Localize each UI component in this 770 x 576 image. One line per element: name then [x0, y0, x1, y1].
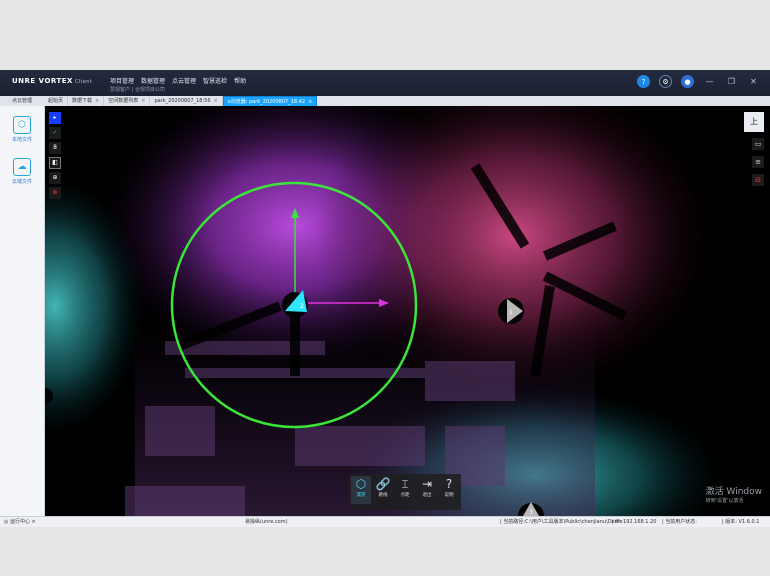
list-icon[interactable]: ≡	[752, 156, 764, 168]
target-icon[interactable]: ⊕	[49, 172, 61, 184]
activation-title: 激活 Window	[705, 487, 762, 497]
marker-label: 1	[509, 309, 513, 316]
tab-park-1856[interactable]: park_20200807_18:56 ×	[150, 96, 223, 106]
help-icon[interactable]: ?	[637, 75, 650, 88]
panel-icon[interactable]: ▭	[752, 138, 764, 150]
status-run-center[interactable]: ◎ 运行中心 ×	[4, 517, 36, 527]
distance-button[interactable]: ⌶ 点距	[395, 476, 415, 504]
cloud-icon: ☁	[13, 158, 31, 176]
menu-item-data[interactable]: 数据管理	[141, 76, 165, 85]
windows-activation-watermark: 激活 Window 转到'设置'以激活	[706, 484, 762, 504]
exit-button[interactable]: ⇥ 退出	[417, 476, 437, 504]
tool-label: 点距	[400, 493, 410, 498]
tabs: 起始页 数据下载 × 空间数据列表 × park_20200807_18:56 × e…	[44, 96, 318, 108]
tool-label: 说明	[444, 493, 454, 498]
measure-icon: ⌶	[401, 477, 409, 491]
link-icon: 🔗	[375, 477, 391, 491]
roam-button[interactable]: ⬡ 漫游	[351, 476, 371, 504]
gear-icon[interactable]: ⚙	[659, 75, 672, 88]
check-icon[interactable]: ✓	[49, 127, 61, 139]
marker-label: 2	[300, 303, 304, 310]
view-controls: 上 ▭ ≡ ⊟	[744, 112, 764, 186]
tool-label: 漫游	[356, 493, 366, 498]
menu-item-pointcloud[interactable]: 点云管理	[172, 76, 196, 85]
layer-icon[interactable]: ◧	[49, 157, 61, 169]
menu-item-projects[interactable]: 项目管理	[110, 76, 134, 85]
close-icon[interactable]: ×	[95, 98, 99, 104]
company-name: 慧视客户 | 合规项目公司	[110, 87, 165, 93]
station-marker-1[interactable]: 1	[498, 298, 524, 324]
exit-icon: ⇥	[421, 477, 433, 491]
tab-label: park_20200807_18:56	[154, 98, 211, 104]
help-button[interactable]: ? 说明	[439, 476, 459, 504]
minimize-icon[interactable]: —	[703, 75, 716, 88]
app-window: UNRE VORTEX Client 项目管理 数据管理 点云管理 智慧巡检 帮助…	[0, 70, 770, 527]
delete-icon[interactable]: ⊟	[752, 174, 764, 186]
sidebar-item-label: 本地文件	[11, 137, 32, 143]
close-icon[interactable]: ✕	[747, 75, 760, 88]
tab-label: 起始页	[48, 98, 64, 104]
main-menu: 项目管理 数据管理 点云管理 智慧巡检 帮助	[110, 76, 246, 85]
play-icon[interactable]: ▸	[49, 112, 61, 124]
route-button[interactable]: 🔗 路线	[373, 476, 393, 504]
sidebar-item-cloud-files[interactable]: ☁ 云端文件	[0, 158, 44, 185]
sidebar: ⬡ 本地文件 ☁ 云端文件	[0, 106, 45, 516]
close-icon[interactable]: ×	[141, 98, 145, 104]
stop-icon[interactable]: ⊗	[49, 187, 61, 199]
status-version: | 版本: V1.6.0.1	[722, 519, 760, 525]
tool-label: 路线	[378, 493, 388, 498]
close-icon[interactable]: ×	[214, 98, 218, 104]
logo-text: UNRE VORTEX	[12, 77, 73, 85]
tab-bar: 点云管理 起始页 数据下载 × 空间数据列表 × park_20200807_18:…	[0, 96, 770, 108]
tab-download[interactable]: 数据下载 ×	[68, 96, 105, 106]
point-size-button[interactable]: 8	[49, 142, 61, 154]
bottom-toolbar: ⬡ 漫游 🔗 路线 ⌶ 点距 ⇥ 退出 ? 说明	[349, 474, 461, 510]
sidebar-title: 点云管理	[0, 96, 44, 106]
close-icon[interactable]: ×	[308, 99, 312, 105]
title-bar: UNRE VORTEX Client 项目管理 数据管理 点云管理 智慧巡检 帮助…	[0, 70, 770, 96]
app-logo: UNRE VORTEX Client	[12, 77, 92, 85]
viewport-tool-column: ▸ ✓ 8 ◧ ⊕ ⊗	[49, 112, 61, 199]
tab-spatial-list[interactable]: 空间数据列表 ×	[104, 96, 151, 106]
top-view-button[interactable]: 上	[744, 112, 764, 132]
menu-item-inspection[interactable]: 智慧巡检	[203, 76, 227, 85]
tab-label: 数据下载	[72, 98, 93, 104]
cube-icon: ⬡	[13, 116, 31, 134]
point-cloud-canvas: 2 1 3	[45, 106, 725, 516]
status-website: 易操纵(unre.com)	[245, 519, 288, 525]
status-bar: ◎ 运行中心 × 易操纵(unre.com) | 当前路径:C:\用户\工具版本…	[0, 516, 770, 527]
status-user-state: | 当前用户状态:	[662, 519, 697, 525]
logo-suffix: Client	[74, 79, 93, 85]
question-icon: ?	[445, 477, 453, 491]
tab-label: e浏览器: park_20200807_18:42	[227, 99, 306, 105]
maximize-icon[interactable]: ❐	[725, 75, 738, 88]
marker-label: 3	[529, 509, 533, 516]
titlebar-icons: ? ⚙ ● — ❐ ✕	[637, 75, 760, 88]
status-path: | 当前路径:C:\用户\工具版本\Public\chenjianu\Demo	[500, 519, 623, 525]
activation-hint: 转到'设置'以激活	[705, 498, 744, 504]
tool-label: 退出	[422, 493, 432, 498]
menu-item-help[interactable]: 帮助	[234, 76, 246, 85]
tab-label: 空间数据列表	[108, 98, 139, 104]
tab-start[interactable]: 起始页	[44, 96, 69, 106]
sidebar-item-label: 云端文件	[11, 179, 32, 185]
status-ip: | IP: 192.168.1.20	[612, 519, 657, 525]
point-cloud-viewport[interactable]: 2 1 3 ▸ ✓ 8 ◧ ⊕ ⊗ 上 ▭ ≡ ⊟ ⬡ 漫游 🔗 路线 ⌶ 点距…	[45, 106, 770, 516]
user-icon[interactable]: ●	[681, 75, 694, 88]
sidebar-item-local-files[interactable]: ⬡ 本地文件	[0, 116, 44, 143]
cube-icon: ⬡	[355, 477, 367, 491]
